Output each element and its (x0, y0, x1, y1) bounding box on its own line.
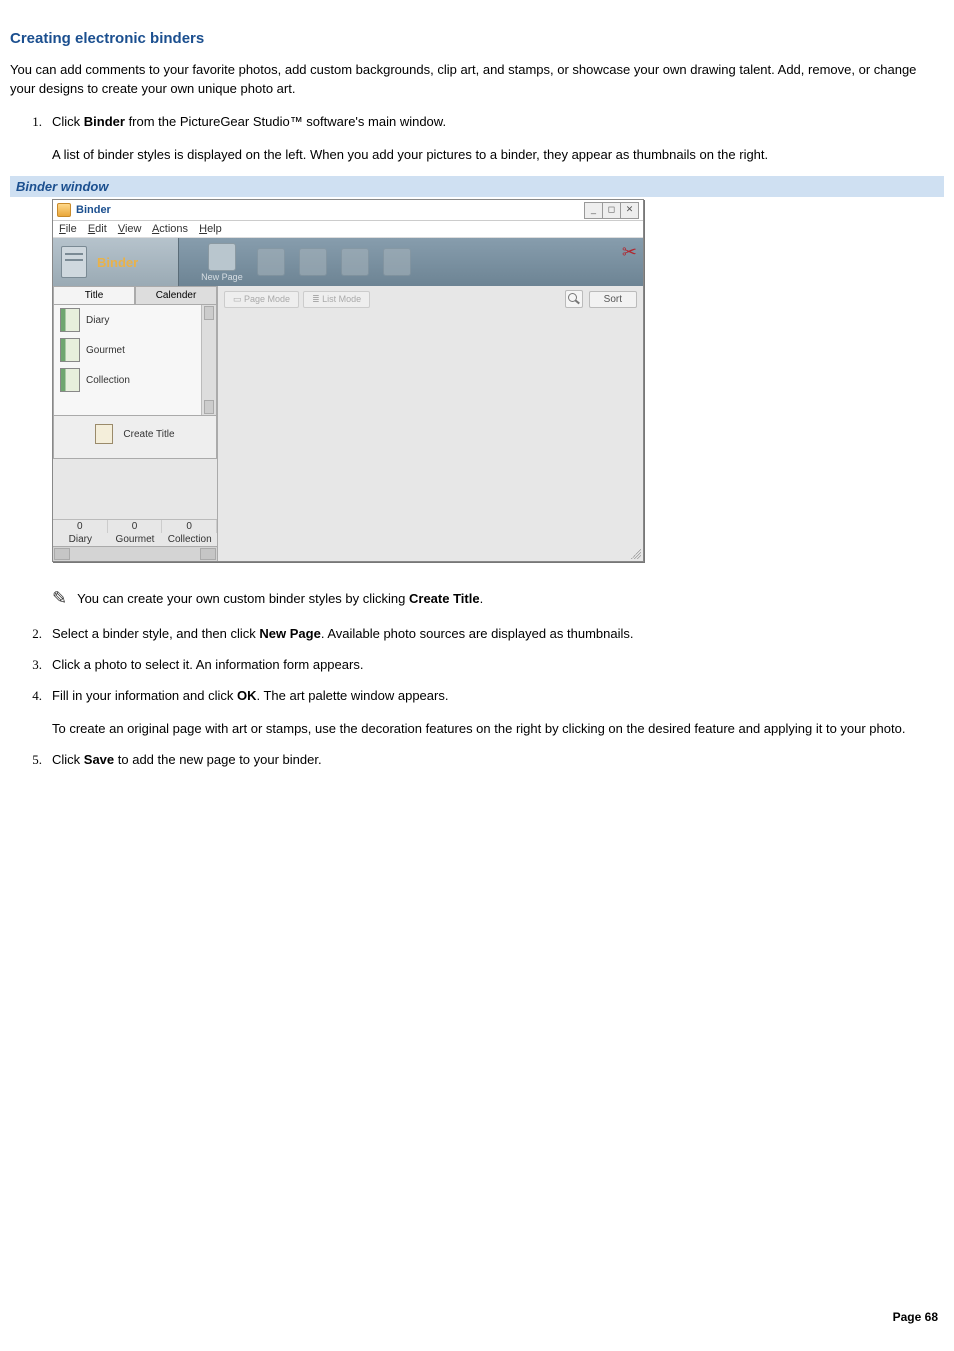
count-collection: 0 (162, 520, 217, 533)
step-2-text-a: Select a binder style, and then click (52, 626, 259, 641)
toolbar-button-3[interactable] (299, 248, 327, 277)
styles-list: Diary Gourmet Collection (53, 304, 217, 416)
count-diary: 0 (53, 520, 108, 533)
style-thumb-icon (60, 308, 80, 332)
toolbar-label: Binder (97, 255, 138, 270)
style-thumb-icon (60, 338, 80, 362)
intro-paragraph: You can add comments to your favorite ph… (10, 61, 944, 99)
new-page-label: New Page (201, 272, 243, 282)
name-collection: Collection (162, 533, 217, 546)
step-1-bold: Binder (84, 114, 125, 129)
note-text-a: You can create your own custom binder st… (77, 591, 409, 606)
step-4-bold: OK (237, 688, 257, 703)
style-item-collection[interactable]: Collection (54, 365, 216, 395)
step-1-text-b: from the PictureGear Studio™ software's … (125, 114, 446, 129)
step-3: 3. Click a photo to select it. An inform… (10, 656, 944, 675)
list-mode-button[interactable]: ≣ List Mode (303, 291, 370, 308)
menu-view[interactable]: View (118, 223, 142, 235)
count-gourmet: 0 (108, 520, 163, 533)
step-1: 1. Click Binder from the PictureGear Stu… (10, 113, 944, 165)
style-label-diary: Diary (86, 315, 109, 326)
toolbar-section-label: Binder (53, 238, 179, 286)
workspace: Title Calender Diary Gourmet Collection (53, 286, 643, 561)
close-button[interactable]: ✕ (620, 202, 639, 219)
step-1-text-a: Click (52, 114, 84, 129)
toolbar-icon-4 (341, 248, 369, 276)
name-gourmet: Gourmet (108, 533, 163, 546)
menu-edit[interactable]: Edit (88, 223, 107, 235)
style-item-gourmet[interactable]: Gourmet (54, 335, 216, 365)
tab-calendar[interactable]: Calender (135, 286, 217, 304)
menu-help[interactable]: Help (199, 223, 222, 235)
toolbar-button-5[interactable] (383, 248, 411, 277)
toolbar-icon-2 (257, 248, 285, 276)
style-label-gourmet: Gourmet (86, 345, 125, 356)
step-4: 4. Fill in your information and click OK… (10, 687, 944, 739)
step-2: 2. Select a binder style, and then click… (10, 625, 944, 644)
step-3-text: Click a photo to select it. An informati… (52, 656, 944, 675)
page-heading: Creating electronic binders (10, 30, 944, 47)
minimize-button[interactable]: _ (584, 202, 603, 219)
window-title: Binder (76, 204, 585, 216)
toolbar-icon-3 (299, 248, 327, 276)
window-titlebar: Binder _ ◻ ✕ (53, 200, 643, 221)
step-4-sub: To create an original page with art or s… (52, 720, 944, 739)
sort-button[interactable]: Sort (589, 291, 637, 308)
menu-bar: File Edit View Actions Help (53, 221, 643, 238)
step-2-bold: New Page (259, 626, 320, 641)
step-2-text-b: . Available photo sources are displayed … (321, 626, 634, 641)
create-title-button[interactable]: Create Title (53, 416, 217, 459)
stats-area: 0 0 0 Diary Gourmet Collection (53, 519, 217, 561)
note-bold: Create Title (409, 591, 480, 606)
binder-window: Binder _ ◻ ✕ File Edit View Actions Help… (52, 199, 644, 562)
page-mode-label: Page Mode (244, 294, 290, 304)
toolbar: Binder New Page ✂ (53, 238, 643, 286)
note-text-b: . (480, 591, 484, 606)
step-2-number: 2. (10, 625, 52, 644)
step-5-text-b: to add the new page to your binder. (114, 752, 321, 767)
screenshot-caption: Binder window (10, 176, 944, 197)
step-4-text-b: . The art palette window appears. (256, 688, 448, 703)
tab-title[interactable]: Title (53, 286, 135, 304)
list-mode-label: List Mode (322, 294, 361, 304)
step-5-bold: Save (84, 752, 114, 767)
binder-app-icon (57, 203, 71, 217)
step-5-number: 5. (10, 751, 52, 770)
page-footer: Page 68 (10, 1310, 944, 1324)
create-title-label: Create Title (123, 429, 174, 440)
step-1-sub: A list of binder styles is displayed on … (52, 146, 944, 165)
note-row: ✎ You can create your own custom binder … (52, 588, 944, 609)
step-4-text-a: Fill in your information and click (52, 688, 237, 703)
name-diary: Diary (53, 533, 108, 546)
content-pane: ▭ Page Mode ≣ List Mode Sort (218, 286, 643, 561)
new-page-icon (208, 243, 236, 271)
toolbar-button-4[interactable] (341, 248, 369, 277)
toolbar-icon-5 (383, 248, 411, 276)
step-5: 5. Click Save to add the new page to you… (10, 751, 944, 770)
scissors-icon[interactable]: ✂ (622, 242, 637, 263)
stats-scrollbar[interactable] (53, 546, 217, 561)
menu-actions[interactable]: Actions (152, 223, 188, 235)
new-page-button[interactable]: New Page (201, 243, 243, 282)
menu-file[interactable]: File (59, 223, 77, 235)
step-1-number: 1. (10, 113, 52, 165)
step-5-text-a: Click (52, 752, 84, 767)
style-thumb-icon (60, 368, 80, 392)
style-item-diary[interactable]: Diary (54, 305, 216, 335)
zoom-icon[interactable] (565, 290, 583, 308)
binder-icon (61, 246, 87, 278)
step-4-number: 4. (10, 687, 52, 739)
toolbar-button-2[interactable] (257, 248, 285, 277)
pen-note-icon: ✎ (52, 588, 67, 609)
maximize-button[interactable]: ◻ (602, 202, 621, 219)
step-3-number: 3. (10, 656, 52, 675)
styles-scrollbar[interactable] (201, 305, 216, 415)
resize-grip[interactable] (631, 549, 641, 559)
styles-pane: Title Calender Diary Gourmet Collection (53, 286, 218, 561)
page-mode-button[interactable]: ▭ Page Mode (224, 291, 299, 308)
create-title-icon (95, 424, 113, 444)
style-label-collection: Collection (86, 375, 130, 386)
